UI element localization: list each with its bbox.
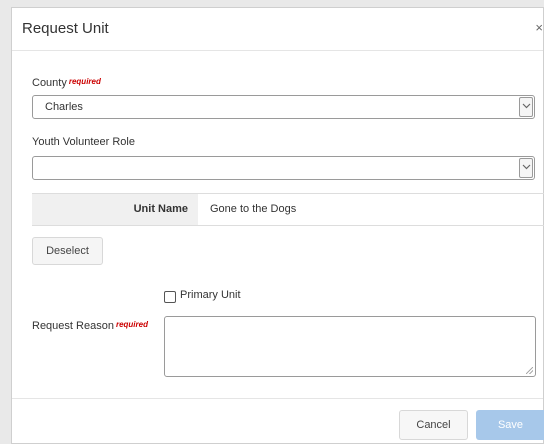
- county-label-text: County: [32, 77, 67, 89]
- save-button[interactable]: Save: [476, 410, 544, 440]
- request-reason-label-text: Request Reason: [32, 320, 114, 332]
- role-label: Youth Volunteer Role: [32, 136, 135, 148]
- request-reason-label: Request Reason required: [32, 320, 148, 332]
- primary-unit-label: Primary Unit: [180, 289, 241, 301]
- chevron-down-icon[interactable]: [519, 158, 533, 178]
- dialog-header: Request Unit ×: [12, 8, 543, 51]
- required-indicator: required: [68, 77, 101, 86]
- deselect-button[interactable]: Deselect: [32, 237, 103, 265]
- required-indicator: required: [115, 320, 148, 329]
- resize-handle-icon[interactable]: [526, 367, 533, 374]
- unit-name-row: Unit Name Gone to the Dogs: [32, 193, 544, 226]
- chevron-down-icon[interactable]: [519, 97, 533, 117]
- unit-name-value: Gone to the Dogs: [210, 203, 297, 215]
- dialog-title: Request Unit: [22, 20, 109, 37]
- county-select-value: Charles: [45, 101, 83, 113]
- request-unit-dialog: Request Unit × County required Charles Yo…: [11, 7, 544, 444]
- primary-unit-checkbox[interactable]: [164, 291, 176, 303]
- unit-name-label: Unit Name: [32, 194, 198, 225]
- county-select[interactable]: Charles: [32, 95, 535, 119]
- footer-divider: [12, 398, 543, 399]
- cancel-button[interactable]: Cancel: [399, 410, 468, 440]
- close-icon[interactable]: ×: [535, 20, 543, 35]
- county-label: County required: [32, 77, 101, 89]
- youth-volunteer-role-select[interactable]: [32, 156, 535, 180]
- request-reason-textarea[interactable]: [164, 316, 536, 377]
